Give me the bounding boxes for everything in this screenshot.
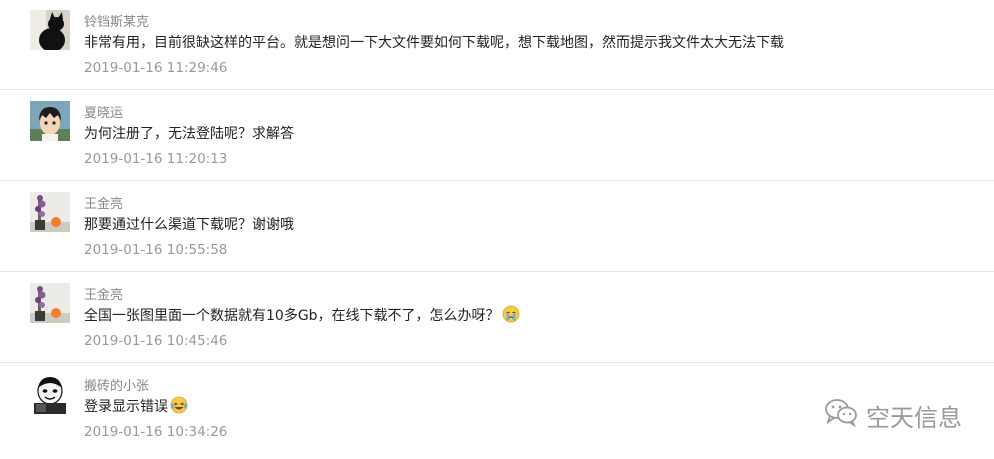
wechat-icon	[824, 397, 866, 433]
anime-boy-avatar[interactable]	[30, 101, 70, 141]
comment-text: 登录显示错误	[84, 399, 168, 415]
comment-timestamp: 2019-01-16 10:45:46	[84, 333, 228, 349]
comment-item: 王金亮 全国一张图里面一个数据就有10多Gb，在线下载不了，怎么办呀？ 2019…	[0, 273, 994, 363]
black-cat-avatar[interactable]	[30, 10, 70, 50]
watermark-text: 空天信息	[866, 403, 962, 432]
comment-text: 为何注册了，无法登陆呢？求解答	[84, 126, 294, 142]
flower-vase-avatar[interactable]	[30, 192, 70, 232]
comment-timestamp: 2019-01-16 11:20:13	[84, 151, 228, 167]
comment-text-row: 全国一张图里面一个数据就有10多Gb，在线下载不了，怎么办呀？	[84, 305, 520, 327]
comment-timestamp: 2019-01-16 10:34:26	[84, 424, 228, 440]
comment-item: 王金亮 那要通过什么渠道下载呢？谢谢哦 2019-01-16 10:55:58	[0, 182, 994, 272]
comment-username[interactable]: 铃铛斯某克	[84, 11, 149, 30]
comment-item: 夏晓运 为何注册了，无法登陆呢？求解答 2019-01-16 11:20:13	[0, 91, 994, 181]
comment-username[interactable]: 搬砖的小张	[84, 375, 149, 394]
laughing-tears-emoji-icon	[170, 396, 188, 418]
comment-text-row: 登录显示错误	[84, 396, 188, 418]
comment-text: 非常有用，目前很缺这样的平台。就是想问一下大文件要如何下载呢，想下载地图，然而提…	[84, 35, 784, 51]
comment-text: 全国一张图里面一个数据就有10多Gb，在线下载不了，怎么办呀？	[84, 308, 500, 324]
comment-timestamp: 2019-01-16 10:55:58	[84, 242, 228, 258]
cartoon-meme-avatar[interactable]	[30, 374, 70, 414]
comment-username[interactable]: 王金亮	[84, 193, 123, 212]
comment-username[interactable]: 夏晓运	[84, 102, 123, 121]
comment-timestamp: 2019-01-16 11:29:46	[84, 60, 228, 76]
comment-text: 那要通过什么渠道下载呢？谢谢哦	[84, 217, 294, 233]
comment-username[interactable]: 王金亮	[84, 284, 123, 303]
flower-vase-avatar[interactable]	[30, 283, 70, 323]
comment-item: 铃铛斯某克 非常有用，目前很缺这样的平台。就是想问一下大文件要如何下载呢，想下载…	[0, 0, 994, 90]
watermark: 空天信息	[824, 395, 962, 435]
crying-emoji-icon	[502, 305, 520, 327]
